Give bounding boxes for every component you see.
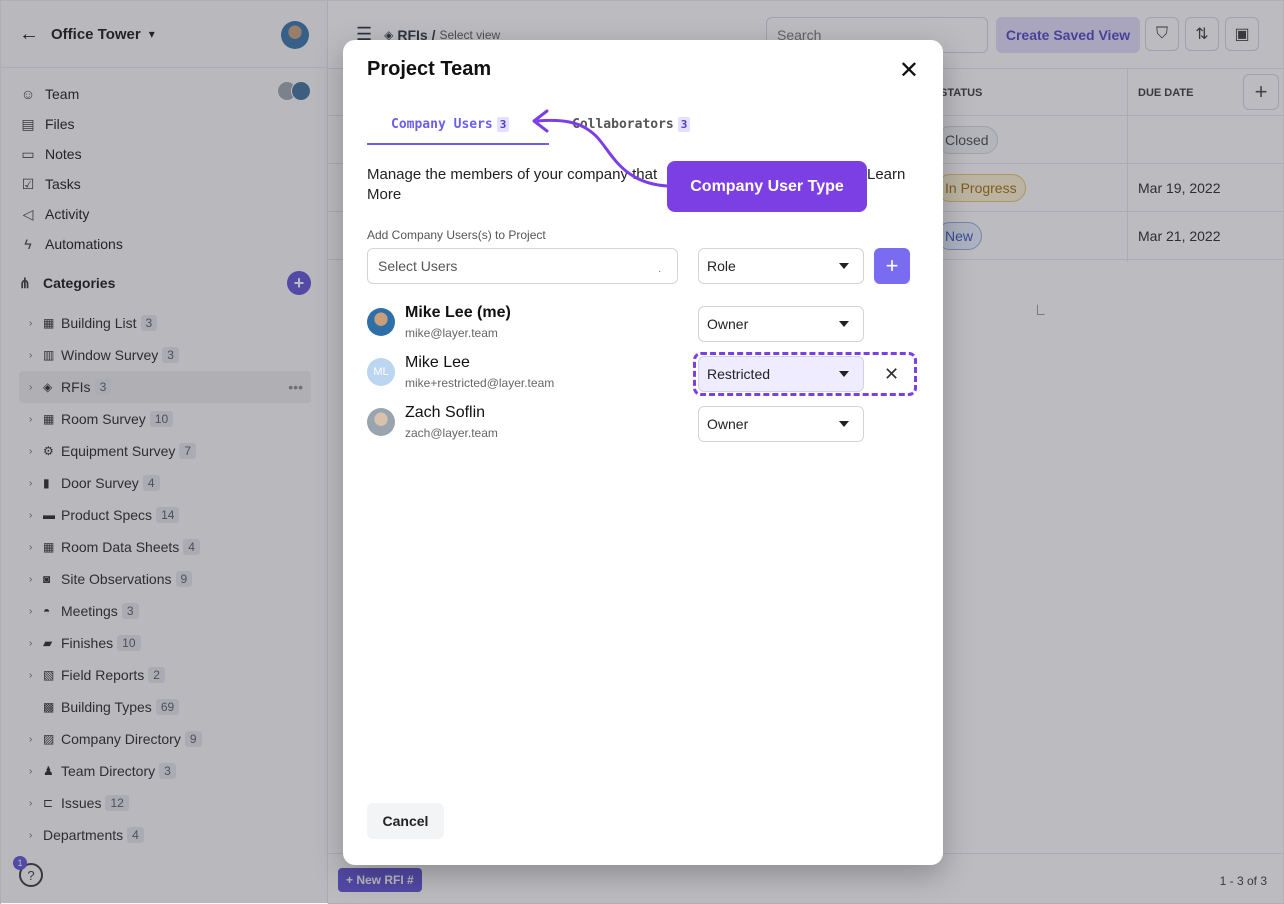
callout-label: Company User Type	[667, 161, 867, 212]
resize-handle-icon: .	[658, 264, 661, 275]
member-role-select[interactable]: Owner	[698, 406, 864, 442]
member-email: mike@layer.team	[405, 326, 498, 340]
role-placeholder: Role	[707, 258, 736, 274]
role-select[interactable]: Role	[698, 248, 864, 284]
tab-label: Company Users	[391, 116, 493, 132]
add-users-label: Add Company Users(s) to Project	[367, 228, 546, 242]
member-row: ML Mike Lee mike+restricted@layer.team	[367, 354, 667, 398]
caret-down-icon	[839, 263, 849, 269]
learn-more-link[interactable]: Learn	[867, 165, 905, 184]
description-text: Manage the members of your company that	[367, 166, 658, 183]
member-name: Zach Soflin	[405, 404, 486, 421]
learn-more-link[interactable]: More	[367, 185, 401, 204]
tab-collaborators[interactable]: Collaborators 3	[572, 112, 691, 136]
caret-down-icon	[839, 421, 849, 427]
member-name: Mike Lee (me)	[405, 304, 511, 321]
tab-count: 3	[496, 116, 510, 132]
tab-count: 3	[677, 116, 691, 132]
avatar	[367, 408, 395, 436]
member-name: Mike Lee	[405, 354, 470, 371]
member-row: Zach Soflin zach@layer.team	[367, 404, 667, 448]
role-value: Owner	[707, 416, 749, 432]
select-users-input[interactable]: Select Users .	[367, 248, 678, 284]
app-window: ← Office Tower ▾ ☺ Team ▤ Files ▭ Notes	[0, 0, 1284, 904]
member-email: mike+restricted@layer.team	[405, 376, 555, 390]
select-users-placeholder: Select Users	[378, 258, 458, 274]
remove-member-icon[interactable]: ✕	[884, 364, 899, 385]
tab-company-users[interactable]: Company Users 3	[391, 112, 510, 136]
modal-title: Project Team	[367, 58, 492, 80]
member-email: zach@layer.team	[405, 426, 498, 440]
modal-tabs: Company Users 3 Collaborators 3	[367, 108, 919, 146]
caret-down-icon	[839, 321, 849, 327]
member-role-select[interactable]: Owner	[698, 306, 864, 342]
cancel-button[interactable]: Cancel	[367, 803, 444, 839]
active-tab-indicator	[367, 143, 549, 145]
avatar	[367, 308, 395, 336]
role-value: Owner	[707, 316, 749, 332]
add-user-button[interactable]: +	[874, 248, 910, 284]
member-row: Mike Lee (me) mike@layer.team	[367, 304, 667, 348]
tab-label: Collaborators	[572, 116, 674, 132]
avatar-initials: ML	[367, 358, 395, 386]
close-icon[interactable]: ✕	[899, 56, 919, 85]
